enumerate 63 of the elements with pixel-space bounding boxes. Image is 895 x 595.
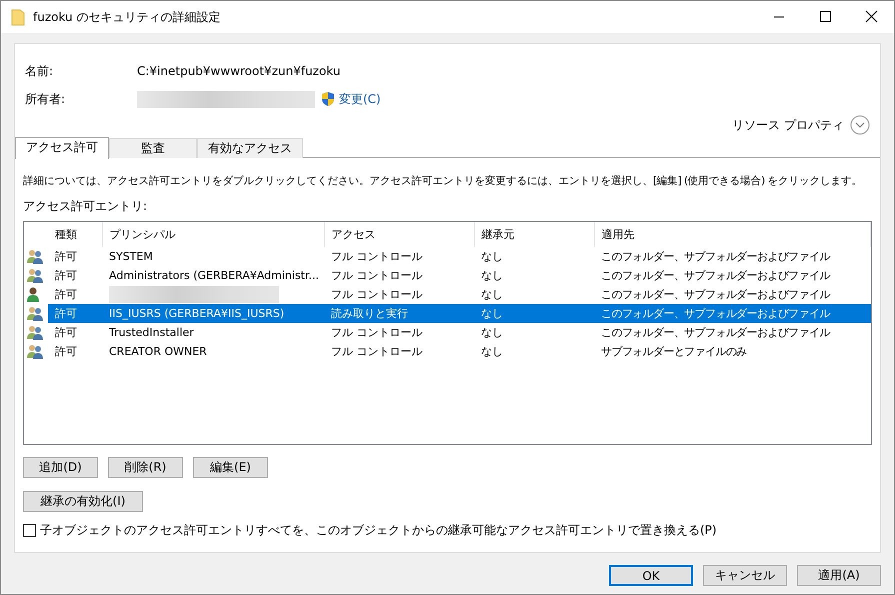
table-cell: なし [481,250,503,263]
name-label: 名前: [25,62,54,80]
window-title: fuzoku のセキュリティの詳細設定 [33,8,222,26]
replace-checkbox[interactable] [23,524,36,537]
table-cell: このフォルダー、サブフォルダーおよびファイル [601,288,830,301]
permission-row[interactable]: 許可 Administrators (GERBERA¥Administr... フル コントロール なし このフォルダー、サブフォルダーおよびファイル [24,266,870,285]
table-cell: 許可 [55,345,77,358]
table-cell: なし [481,326,503,339]
table-cell: CREATOR OWNER [109,345,207,358]
table-cell: なし [481,269,503,282]
expand-icon[interactable] [850,115,870,135]
table-cell: 許可 [55,269,77,282]
permission-row[interactable]: 許可 フル コントロール なし このフォルダー、サブフォルダーおよびファイル [24,285,870,304]
table-cell: TrustedInstaller [109,326,194,339]
owner-label: 所有者: [25,90,66,108]
tab[interactable]: アクセス許可 [15,137,109,159]
folder-icon [11,8,25,26]
table-cell: 許可 [55,307,77,320]
name-value: C:¥inetpub¥wwwroot¥zun¥fuzoku [137,64,340,78]
table-cell: フル コントロール [331,345,422,358]
table-cell: このフォルダー、サブフォルダーおよびファイル [601,307,830,320]
permission-row[interactable]: 許可 IIS_IUSRS (GERBERA¥IIS_IUSRS) 読み取りと実行 なし このフォルダー、サブフォルダーおよびファイル [24,304,870,323]
table-cell: Administrators (GERBERA¥Administr... [109,269,319,282]
entry-button[interactable]: 編集(E) [193,457,268,478]
change-link[interactable]: 変更(C) [339,90,381,108]
table-cell: 許可 [55,326,77,339]
table-cell: このフォルダー、サブフォルダーおよびファイル [601,326,830,339]
resource-properties-label: リソース プロパティ [732,116,844,134]
replace-checkbox-label: 子オブジェクトのアクセス許可エントリすべてを、このオブジェクトからの継承可能なアクセス許可エントリで置き換える(P) [40,522,717,539]
description-text: 詳細については、アクセス許可エントリをダブルクリックしてください。アクセス許可エントリを変更するには、エントリを選択し、[編集] (使用できる場合) をクリックします。 [23,174,864,189]
entry-button[interactable]: 追加(D) [23,457,98,478]
permission-row[interactable]: 許可 CREATOR OWNER フル コントロール なし サブフォルダーとファイルのみ [24,342,870,361]
tab[interactable]: 有効なアクセス [197,138,303,158]
table-cell: なし [481,288,503,301]
entries-label: アクセス許可エントリ: [23,198,148,215]
table-cell: サブフォルダーとファイルのみ [601,345,747,358]
column-header[interactable]: プリンシパル [102,222,324,247]
entry-button[interactable]: 削除(R) [108,457,183,478]
table-cell: このフォルダー、サブフォルダーおよびファイル [601,269,830,282]
column-header[interactable]: アクセス [324,222,474,247]
table-cell: 許可 [55,288,77,301]
tab[interactable]: 監査 [109,138,197,158]
enable-inheritance-button[interactable]: 継承の有効化(I) [23,491,143,512]
column-header[interactable]: 継承元 [474,222,594,247]
dialog-button[interactable]: キャンセル [703,565,787,586]
permission-row[interactable]: 許可 TrustedInstaller フル コントロール なし このフォルダー、サブフォルダーおよびファイル [24,323,870,342]
table-cell: なし [481,307,503,320]
column-header[interactable]: 適用先 [594,222,870,247]
table-cell: フル コントロール [331,269,422,282]
table-cell: 読み取りと実行 [331,307,408,320]
table-cell: フル コントロール [331,250,422,263]
shield-icon [321,91,335,107]
permission-row[interactable]: 許可 SYSTEM フル コントロール なし このフォルダー、サブフォルダーおよびファイル [24,247,870,266]
table-cell: このフォルダー、サブフォルダーおよびファイル [601,250,830,263]
column-header[interactable]: 種類 [48,222,102,247]
table-cell: 許可 [55,250,77,263]
dialog-button[interactable]: OK [609,565,693,586]
table-cell: SYSTEM [109,250,153,263]
dialog-button[interactable]: 適用(A) [797,565,881,586]
table-cell: なし [481,345,503,358]
table-cell: IIS_IUSRS (GERBERA¥IIS_IUSRS) [109,307,284,320]
table-cell: フル コントロール [331,326,422,339]
table-cell: フル コントロール [331,288,422,301]
